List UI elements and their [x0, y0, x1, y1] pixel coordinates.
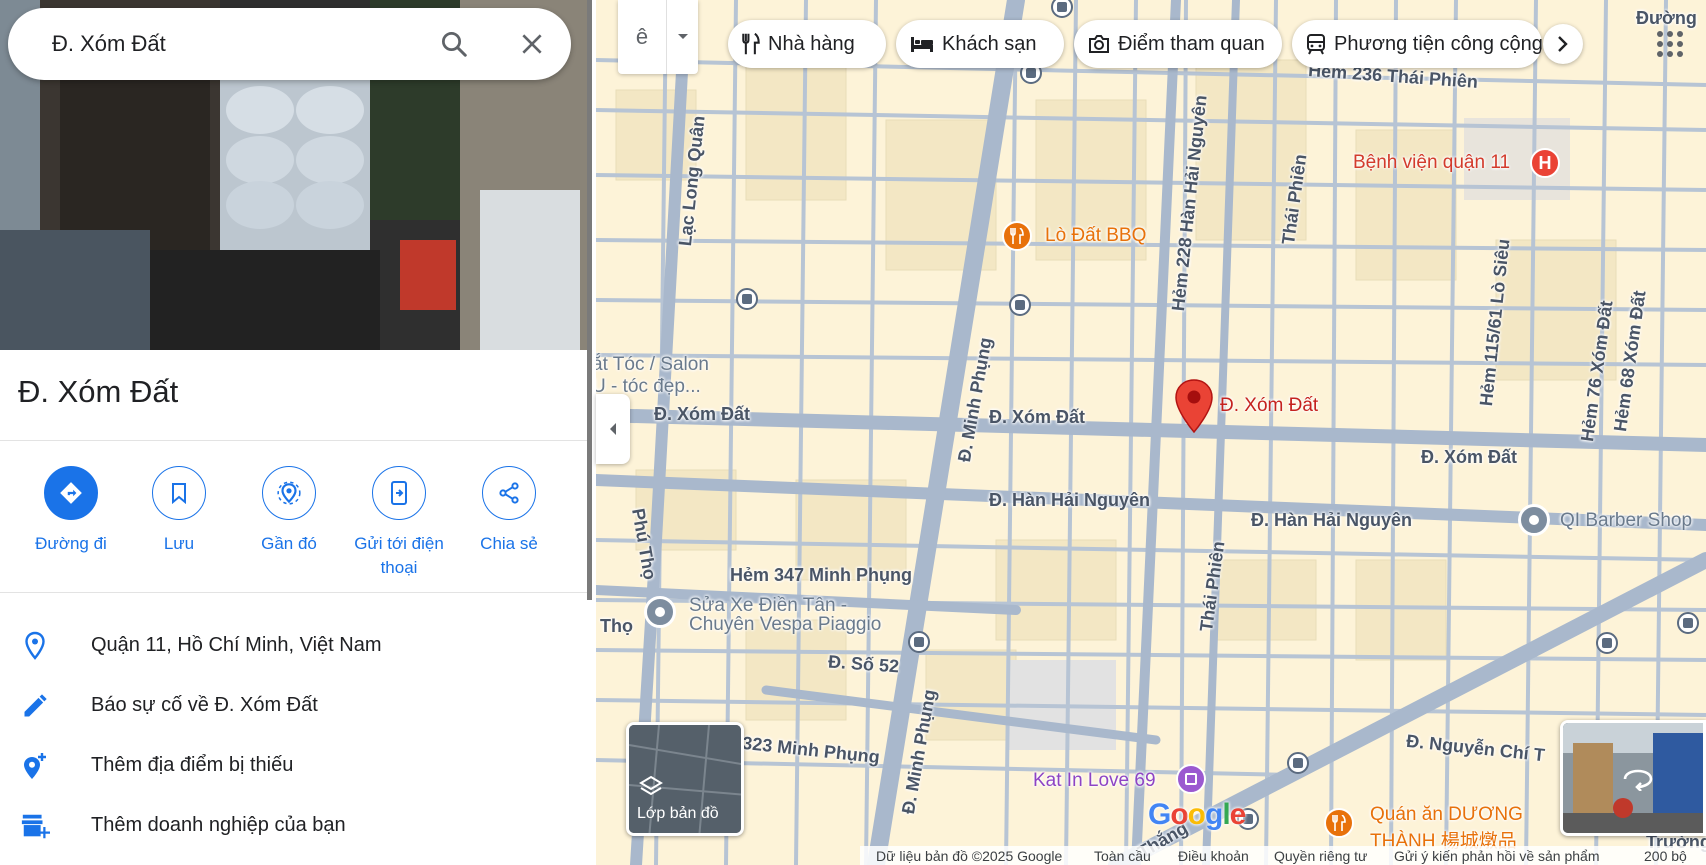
road-label: Đ. Xóm Đất [1421, 447, 1518, 467]
terms-link[interactable]: Điều khoản [1178, 848, 1249, 864]
search-box [8, 8, 571, 80]
salon-label[interactable]: ắt Tóc / Salon [596, 354, 709, 376]
lo-dat-bbq-label[interactable]: Lò Đất BBQ [1045, 225, 1146, 247]
apps-grid-icon[interactable] [1652, 26, 1688, 62]
kat-label[interactable]: Kat In Love 69 [1033, 770, 1156, 792]
chip-transit[interactable]: Phương tiện công cộng [1292, 20, 1542, 68]
add-business-text: Thêm doanh nghiệp của bạn [91, 814, 346, 836]
send-to-phone-button[interactable]: Gửi tới điện thoại [344, 462, 454, 580]
send-to-phone-icon [372, 466, 426, 520]
sua-xe-label-2[interactable]: Chuyên Vespa Piaggio [689, 614, 881, 636]
chip-label: Khách sạn [942, 32, 1037, 55]
map-canvas[interactable]: Đ. Xóm Đất Đ. Xóm Đất Đ. Xóm Đất Đ. Hàn … [596, 0, 1706, 865]
send-to-phone-label: Gửi tới điện thoại [354, 534, 444, 577]
layers-icon [639, 775, 663, 802]
edit-pencil-icon [20, 691, 50, 721]
share-button[interactable]: Chia sẻ [454, 462, 564, 556]
map-layers-button[interactable]: Lớp bản đồ [626, 722, 744, 836]
panel-scrollbar[interactable] [587, 0, 592, 600]
street-view-thumbnail[interactable] [1560, 720, 1706, 836]
share-icon [482, 466, 536, 520]
input-language-toggle[interactable]: ê [618, 0, 666, 74]
nearby-button[interactable]: Gần đó [234, 462, 344, 556]
add-missing-place-row[interactable]: Thêm địa điểm bị thiếu [0, 741, 592, 791]
road-label: Hẻm 347 Minh Phụng [730, 565, 913, 585]
nearby-icon [262, 466, 316, 520]
directions-icon [44, 466, 98, 520]
save-button[interactable]: Lưu [124, 462, 234, 556]
restaurant-poi-icon[interactable] [1002, 221, 1032, 251]
nearby-label: Gần đó [261, 534, 317, 553]
chevron-left-icon [610, 423, 616, 435]
share-label: Chia sẻ [480, 534, 538, 553]
bus-stop-icon[interactable] [1596, 632, 1618, 654]
input-language-control: ê [618, 0, 698, 74]
feedback-link[interactable]: Gửi ý kiến phản hồi về sản phẩm [1394, 848, 1600, 864]
search-icon[interactable] [434, 24, 474, 64]
chip-restaurants[interactable]: Nhà hàng [728, 20, 886, 68]
bus-stop-icon[interactable] [1009, 294, 1031, 316]
chevron-right-icon[interactable] [1543, 24, 1583, 64]
bus-stop-icon[interactable] [908, 631, 930, 653]
address-text: Quận 11, Hồ Chí Minh, Việt Nam [91, 634, 382, 656]
qi-barber-label[interactable]: QI Barber Shop [1560, 510, 1692, 532]
global-link[interactable]: Toàn cầu [1094, 848, 1151, 864]
save-label: Lưu [163, 534, 195, 553]
add-missing-place-text: Thêm địa điểm bị thiếu [91, 754, 294, 776]
selected-location-label[interactable]: Đ. Xóm Đất [1220, 395, 1318, 417]
bookmark-icon [152, 466, 206, 520]
add-place-icon [20, 751, 50, 781]
road-label: Đ. Hàn Hải Nguyên [989, 490, 1151, 510]
shop-poi-icon[interactable] [1176, 764, 1206, 794]
restaurant-icon [742, 33, 760, 55]
privacy-link[interactable]: Quyền riêng tư [1274, 848, 1367, 864]
divider [0, 440, 592, 441]
road-label: Thọ [600, 616, 633, 636]
map-footer: Dữ liệu bản đồ ©2025 Google Toàn cầu Điề… [860, 846, 1706, 865]
add-business-icon [20, 811, 50, 841]
close-icon[interactable] [512, 24, 552, 64]
road-label: Đ. Xóm Đất [989, 407, 1086, 427]
map-layers-label: Lớp bản đồ [637, 805, 719, 822]
barber-poi-icon[interactable] [1518, 504, 1550, 536]
place-title: Đ. Xóm Đất [18, 374, 179, 409]
chip-attractions[interactable]: Điểm tham quan [1074, 20, 1282, 68]
google-logo: Google [1148, 798, 1246, 831]
hospital-label[interactable]: Bệnh viện quận 11 [1353, 152, 1510, 174]
divider [0, 592, 592, 593]
chip-hotels[interactable]: Khách sạn [896, 20, 1064, 68]
repair-poi-icon[interactable] [644, 596, 676, 628]
scale-label[interactable]: 200 bộ [1644, 848, 1687, 864]
report-issue-row[interactable]: Báo sự cố về Đ. Xóm Đất [0, 681, 592, 731]
road-label: Đ. Hàn Hải Nguyên [1251, 510, 1413, 530]
bus-stop-icon[interactable] [1287, 752, 1309, 774]
search-input[interactable] [40, 8, 420, 80]
chevron-down-icon[interactable] [666, 0, 698, 74]
bus-stop-icon[interactable] [1677, 612, 1699, 634]
rotate-360-icon [1621, 767, 1655, 796]
address-row[interactable]: Quận 11, Hồ Chí Minh, Việt Nam [0, 621, 592, 671]
restaurant-poi-icon[interactable] [1324, 808, 1354, 838]
map-data-credit: Dữ liệu bản đồ ©2025 Google [876, 848, 1063, 864]
bus-stop-icon[interactable] [736, 288, 758, 310]
chip-label: Phương tiện công cộng [1334, 32, 1542, 55]
selected-location-pin-icon[interactable] [1174, 378, 1214, 439]
chip-label: Điểm tham quan [1118, 32, 1265, 55]
report-issue-text: Báo sự cố về Đ. Xóm Đất [91, 694, 318, 716]
transit-icon [1306, 33, 1326, 55]
place-panel: Đ. Xóm Đất Đường đi Lưu Gần đó Gửi tới đ… [0, 0, 592, 865]
quan-an-label[interactable]: Quán ăn DƯƠNG [1370, 804, 1523, 826]
road-label: Đ. Xóm Đất [654, 404, 751, 424]
location-pin-icon [20, 631, 50, 661]
directions-label: Đường đi [35, 534, 107, 553]
collapse-panel-button[interactable] [596, 394, 630, 464]
add-business-row[interactable]: Thêm doanh nghiệp của bạn [0, 801, 592, 851]
hotel-icon [910, 35, 934, 53]
hospital-icon[interactable]: H [1530, 148, 1560, 178]
action-buttons: Đường đi Lưu Gần đó Gửi tới điện thoại C… [0, 462, 592, 592]
directions-button[interactable]: Đường đi [16, 462, 126, 556]
camera-icon [1088, 34, 1110, 54]
chip-label: Nhà hàng [768, 32, 855, 55]
